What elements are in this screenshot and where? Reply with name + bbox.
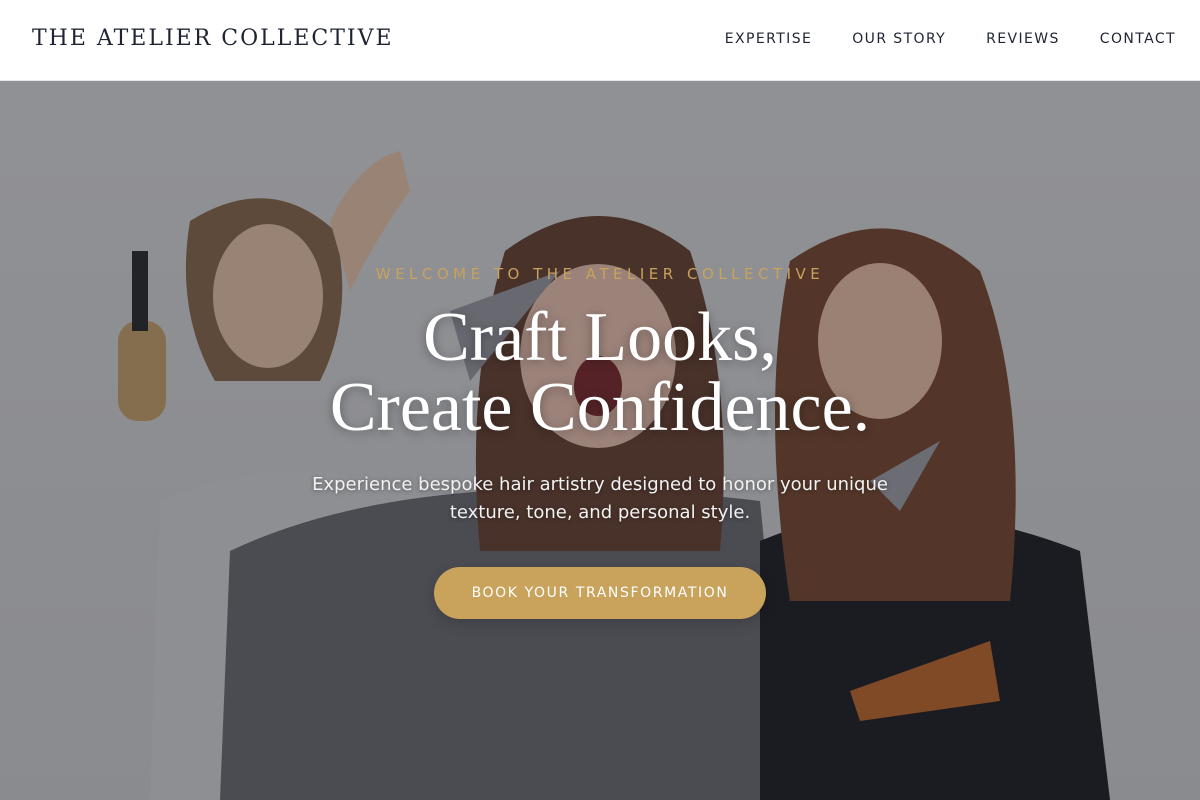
hero-subtext: Experience bespoke hair artistry designe… <box>312 474 888 523</box>
book-transformation-button[interactable]: BOOK YOUR TRANSFORMATION <box>434 567 766 619</box>
main-nav: EXPERTISE OUR STORY REVIEWS CONTACT <box>725 31 1176 47</box>
nav-link-our-story[interactable]: OUR STORY <box>852 31 946 47</box>
site-header: THE ATELIER COLLECTIVE EXPERTISE OUR STO… <box>0 0 1200 81</box>
hero-section: WELCOME TO THE ATELIER COLLECTIVE Craft … <box>0 81 1200 800</box>
nav-link-expertise[interactable]: EXPERTISE <box>725 31 812 47</box>
headline-line-2: Create Confidence. <box>329 369 871 446</box>
hero-eyebrow: WELCOME TO THE ATELIER COLLECTIVE <box>375 265 825 283</box>
nav-link-contact[interactable]: CONTACT <box>1100 31 1176 47</box>
brand-logo[interactable]: THE ATELIER COLLECTIVE <box>32 26 394 51</box>
hero-content: WELCOME TO THE ATELIER COLLECTIVE Craft … <box>0 81 1200 800</box>
hero-headline: Craft Looks, Create Confidence. <box>0 303 1200 443</box>
nav-link-reviews[interactable]: REVIEWS <box>986 31 1060 47</box>
headline-line-1: Craft Looks, <box>423 299 777 376</box>
